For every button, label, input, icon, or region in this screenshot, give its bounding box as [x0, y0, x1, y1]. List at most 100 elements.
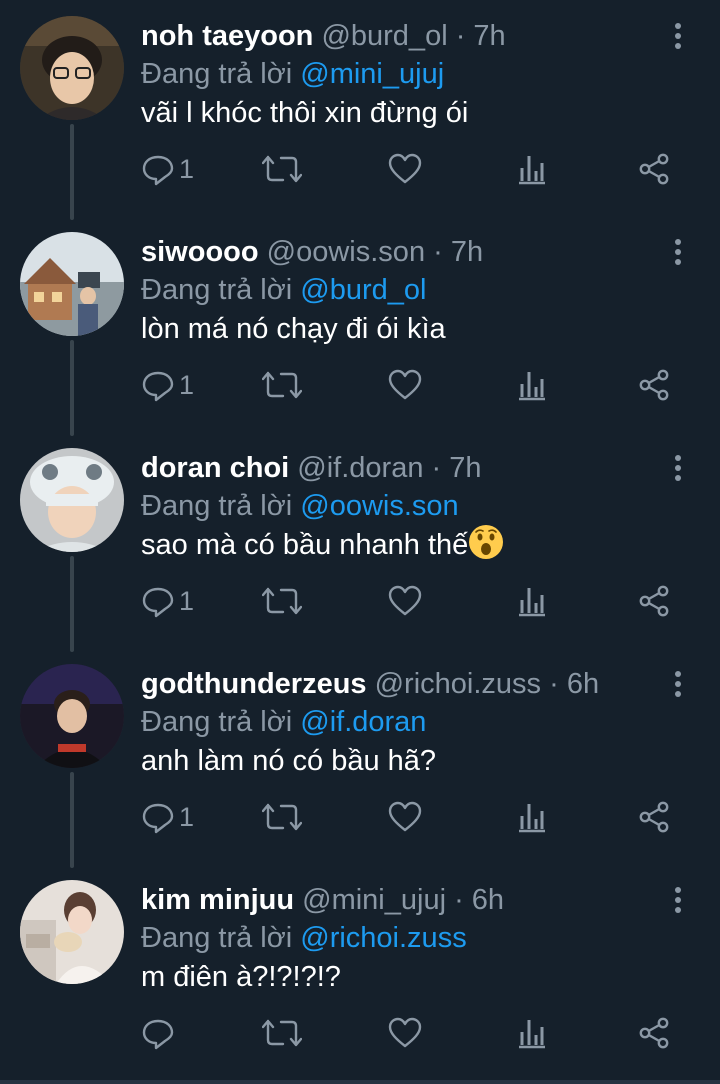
avatar[interactable]	[20, 16, 124, 120]
reply-tweet[interactable]: siwoooo @oowis.son · 7h Đang trả lời @bu…	[0, 216, 720, 432]
replying-to-label: Đang trả lời	[141, 922, 293, 954]
views-button[interactable]	[516, 578, 548, 624]
tweet-text-content: sao mà có bầu nhanh thế	[141, 529, 469, 561]
comment-icon	[141, 800, 175, 834]
timestamp[interactable]: · 7h	[433, 236, 483, 268]
views-button[interactable]	[516, 1010, 548, 1056]
timestamp[interactable]: · 6h	[549, 668, 599, 700]
reply-tweet[interactable]: kim minjuu @mini_ujuj · 6h Đang trả lời …	[0, 864, 720, 1080]
retweet-button[interactable]	[262, 146, 302, 192]
reply-button[interactable]: 1	[141, 362, 194, 408]
heart-icon	[388, 1017, 422, 1049]
timestamp[interactable]: · 7h	[456, 20, 506, 52]
mention-link[interactable]: @burd_ol	[300, 274, 426, 306]
mention-link[interactable]: @oowis.son	[300, 490, 458, 522]
avatar[interactable]	[20, 232, 124, 336]
reply-tweet[interactable]: doran choi @if.doran · 7h Đang trả lời @…	[0, 432, 720, 648]
display-name[interactable]: noh taeyoon	[141, 20, 313, 52]
replying-to-label: Đang trả lời	[141, 490, 293, 522]
action-bar: 1	[0, 578, 720, 624]
user-handle[interactable]: @richoi.zuss	[375, 668, 541, 700]
share-button[interactable]	[638, 1010, 670, 1056]
avatar[interactable]	[20, 880, 124, 984]
retweet-button[interactable]	[262, 794, 302, 840]
like-button[interactable]	[388, 362, 422, 408]
analytics-icon	[516, 1017, 548, 1049]
retweet-icon	[262, 368, 302, 402]
analytics-icon	[516, 153, 548, 185]
replying-to: Đang trả lời @if.doran	[141, 702, 426, 742]
share-button[interactable]	[638, 578, 670, 624]
views-button[interactable]	[516, 362, 548, 408]
comment-icon	[141, 368, 175, 402]
heart-icon	[388, 801, 422, 833]
tweet-header: doran choi @if.doran · 7h	[141, 448, 482, 488]
more-vertical-icon[interactable]	[664, 668, 692, 700]
timestamp[interactable]: · 7h	[432, 452, 482, 484]
replying-to-label: Đang trả lời	[141, 274, 293, 306]
more-vertical-icon[interactable]	[664, 452, 692, 484]
replying-to: Đang trả lời @richoi.zuss	[141, 918, 467, 958]
reply-count: 1	[179, 801, 195, 832]
user-handle[interactable]: @oowis.son	[267, 236, 425, 268]
action-bar: 1	[0, 362, 720, 408]
reply-thread: noh taeyoon @burd_ol · 7h Đang trả lời @…	[0, 0, 720, 1080]
more-vertical-icon[interactable]	[664, 236, 692, 268]
reply-tweet[interactable]: godthunderzeus @richoi.zuss · 6h Đang tr…	[0, 648, 720, 864]
like-button[interactable]	[388, 146, 422, 192]
share-icon	[638, 585, 670, 617]
tweet-header: godthunderzeus @richoi.zuss · 6h	[141, 664, 599, 704]
display-name[interactable]: kim minjuu	[141, 884, 294, 916]
tweet-header: noh taeyoon @burd_ol · 7h	[141, 16, 506, 56]
reply-button[interactable]	[141, 1010, 179, 1056]
retweet-icon	[262, 800, 302, 834]
more-vertical-icon[interactable]	[664, 884, 692, 916]
astonished-face-emoji	[468, 524, 504, 560]
timestamp[interactable]: · 6h	[454, 884, 504, 916]
retweet-button[interactable]	[262, 578, 302, 624]
user-handle[interactable]: @mini_ujuj	[302, 884, 446, 916]
like-button[interactable]	[388, 794, 422, 840]
mention-link[interactable]: @mini_ujuj	[300, 58, 444, 90]
avatar[interactable]	[20, 664, 124, 768]
analytics-icon	[516, 801, 548, 833]
user-handle[interactable]: @if.doran	[297, 452, 423, 484]
share-icon	[638, 801, 670, 833]
avatar[interactable]	[20, 448, 124, 552]
display-name[interactable]: godthunderzeus	[141, 668, 367, 700]
tweet-text: anh làm nó có bầu hã?	[141, 745, 437, 777]
action-bar	[0, 1010, 720, 1056]
retweet-icon	[262, 584, 302, 618]
display-name[interactable]: doran choi	[141, 452, 289, 484]
like-button[interactable]	[388, 1010, 422, 1056]
display-name[interactable]: siwoooo	[141, 236, 259, 268]
share-icon	[638, 153, 670, 185]
share-button[interactable]	[638, 146, 670, 192]
tweet-header: kim minjuu @mini_ujuj · 6h	[141, 880, 504, 920]
replying-to: Đang trả lời @burd_ol	[141, 270, 426, 310]
user-handle[interactable]: @burd_ol	[321, 20, 447, 52]
mention-link[interactable]: @if.doran	[300, 706, 426, 738]
share-button[interactable]	[638, 794, 670, 840]
reply-tweet[interactable]: noh taeyoon @burd_ol · 7h Đang trả lời @…	[0, 0, 720, 216]
views-button[interactable]	[516, 146, 548, 192]
like-button[interactable]	[388, 578, 422, 624]
views-button[interactable]	[516, 794, 548, 840]
tweet-text: lòn má nó chạy đi ói kìa	[141, 313, 446, 345]
retweet-button[interactable]	[262, 1010, 302, 1056]
more-vertical-icon[interactable]	[664, 20, 692, 52]
tweet-text: sao mà có bầu nhanh thế	[141, 522, 504, 568]
analytics-icon	[516, 585, 548, 617]
mention-link[interactable]: @richoi.zuss	[300, 922, 466, 954]
share-button[interactable]	[638, 362, 670, 408]
reply-button[interactable]: 1	[141, 146, 194, 192]
reply-button[interactable]: 1	[141, 794, 194, 840]
tweet-text: m điên à?!?!?!?	[141, 961, 341, 993]
reply-count: 1	[179, 369, 195, 400]
replying-to-label: Đang trả lời	[141, 706, 293, 738]
retweet-button[interactable]	[262, 362, 302, 408]
action-bar: 1	[0, 794, 720, 840]
reply-button[interactable]: 1	[141, 578, 194, 624]
analytics-icon	[516, 369, 548, 401]
heart-icon	[388, 585, 422, 617]
